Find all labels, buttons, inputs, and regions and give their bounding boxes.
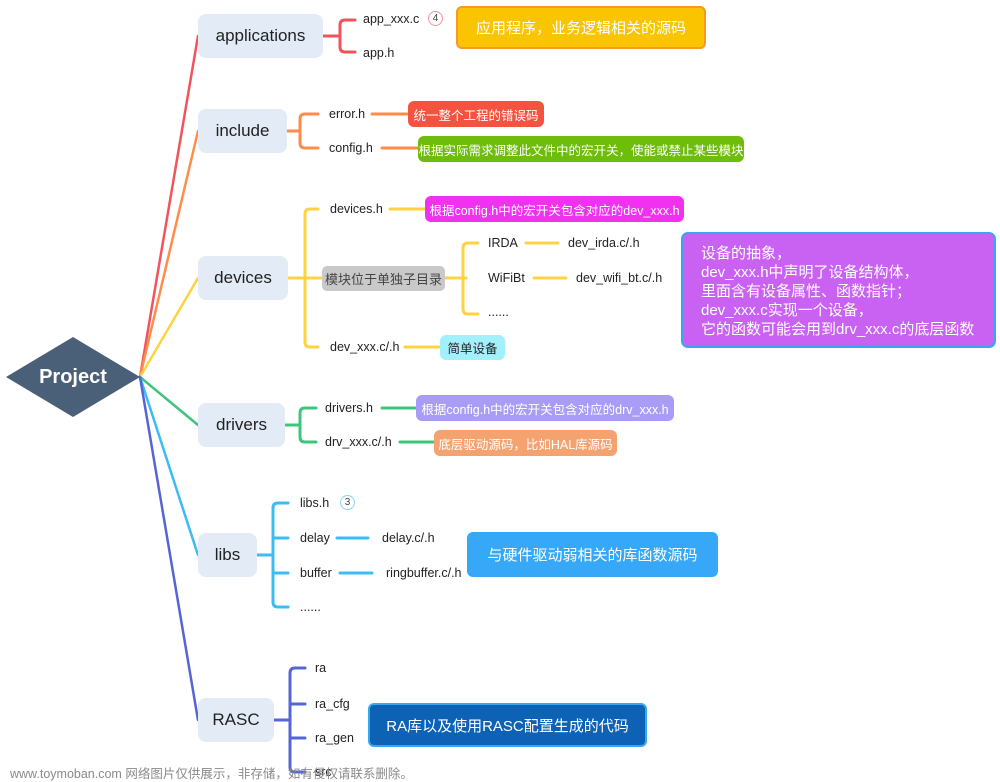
note-device-abstraction: 设备的抽象， dev_xxx.h中声明了设备结构体， 里面含有设备属性、函数指针…: [681, 232, 996, 348]
connector-libs: [138, 375, 200, 557]
note-simple-device: 简单设备: [440, 335, 505, 360]
note-drv-xxx: 底层驱动源码，比如HAL库源码: [434, 430, 617, 456]
note-applications: 应用程序，业务逻辑相关的源码: [456, 6, 706, 49]
note-libs: 与硬件驱动弱相关的库函数源码: [467, 532, 718, 577]
note-rasc: RA库以及使用RASC配置生成的代码: [368, 703, 647, 747]
summary-line: dev_xxx.h中声明了设备结构体，: [701, 264, 919, 281]
leaf-dev-irda[interactable]: dev_irda.c/.h: [568, 235, 640, 251]
note-devices-h: 根据config.h中的宏开关包含对应的dev_xxx.h: [425, 196, 684, 222]
leaf-devices-h[interactable]: devices.h: [330, 201, 383, 217]
leaf-delay-file[interactable]: delay.c/.h: [382, 530, 435, 546]
leaf-drv-xxx[interactable]: drv_xxx.c/.h: [325, 434, 392, 450]
connector-rasc: [138, 375, 200, 722]
root-label: Project: [39, 365, 107, 388]
leaf-drivers-h[interactable]: drivers.h: [325, 400, 373, 416]
leaf-config-h[interactable]: config.h: [329, 140, 373, 156]
node-rasc[interactable]: RASC: [198, 698, 274, 742]
summary-line: 设备的抽象，: [701, 245, 792, 262]
leaf-irda[interactable]: IRDA: [488, 235, 518, 251]
leaf-delay[interactable]: delay: [300, 530, 330, 546]
note-error-h: 统一整个工程的错误码: [408, 101, 544, 127]
leaf-ra[interactable]: ra: [315, 660, 326, 676]
node-applications[interactable]: applications: [198, 14, 323, 58]
count-badge[interactable]: 3: [340, 495, 355, 510]
node-drivers[interactable]: drivers: [198, 403, 285, 447]
note-config-h: 根据实际需求调整此文件中的宏开关，使能或禁止某些模块: [418, 136, 744, 162]
leaf-ra-cfg[interactable]: ra_cfg: [315, 696, 350, 712]
leaf-wifibt[interactable]: WiFiBt: [488, 270, 525, 286]
leaf-devices-more[interactable]: ......: [488, 304, 509, 320]
leaf-error-h[interactable]: error.h: [329, 106, 365, 122]
leaf-dev-wifi-bt[interactable]: dev_wifi_bt.c/.h: [576, 270, 662, 286]
watermark-text: www.toymoban.com 网络图片仅供展示，非存储，如有侵权请联系删除。: [10, 767, 413, 781]
note-drivers-h: 根据config.h中的宏开关包含对应的drv_xxx.h: [416, 395, 674, 421]
count-badge[interactable]: 4: [428, 11, 443, 26]
leaf-app-xxx-c[interactable]: app_xxx.c: [363, 11, 419, 27]
leaf-libs-h[interactable]: libs.h: [300, 495, 329, 511]
connector-include: [138, 129, 200, 379]
leaf-buffer[interactable]: buffer: [300, 565, 332, 581]
summary-line: dev_xxx.c实现一个设备，: [701, 302, 873, 319]
leaf-dev-xxx[interactable]: dev_xxx.c/.h: [330, 339, 399, 355]
leaf-ra-gen[interactable]: ra_gen: [315, 730, 354, 746]
summary-line: 它的函数可能会用到drv_xxx.c的底层函数: [701, 321, 975, 338]
leaf-ringbuffer[interactable]: ringbuffer.c/.h: [386, 565, 462, 581]
leaf-app-h[interactable]: app.h: [363, 45, 394, 61]
node-devices[interactable]: devices: [198, 256, 288, 300]
leaf-libs-more[interactable]: ......: [300, 599, 321, 615]
node-module-subdir[interactable]: 模块位于单独子目录: [322, 266, 445, 291]
root-node[interactable]: Project: [6, 337, 140, 417]
node-libs[interactable]: libs: [198, 533, 257, 577]
node-include[interactable]: include: [198, 109, 287, 153]
summary-line: 里面含有设备属性、函数指针；: [701, 283, 912, 300]
